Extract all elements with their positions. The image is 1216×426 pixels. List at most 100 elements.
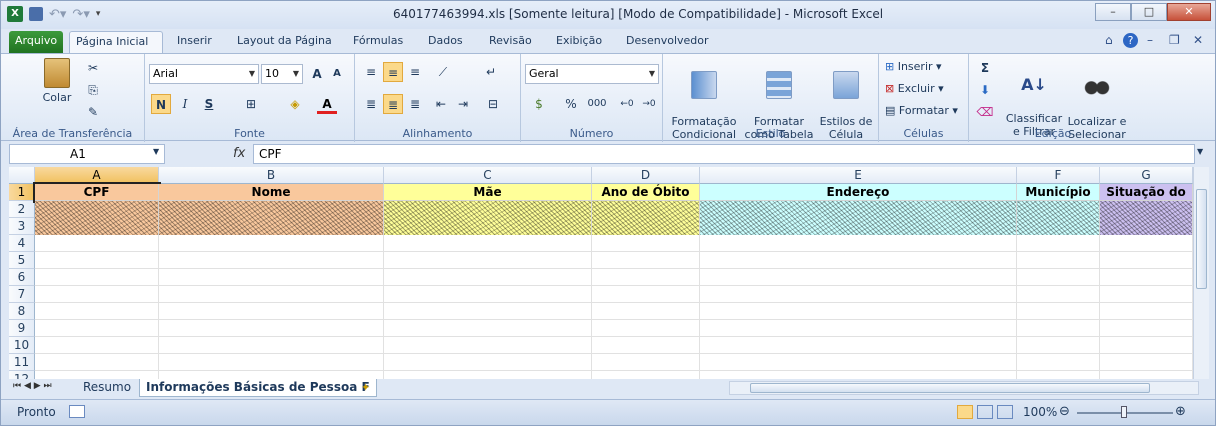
tab-desenvolvedor[interactable]: Desenvolvedor <box>620 31 715 53</box>
row-header-2[interactable]: 2 <box>9 201 35 218</box>
workbook-minimize-icon[interactable]: – <box>1147 33 1153 47</box>
header-cell-b[interactable]: Nome <box>159 184 384 201</box>
redacted-data-cells[interactable] <box>700 201 1017 235</box>
align-center-icon[interactable]: ≣ <box>383 94 403 114</box>
decrease-indent-icon[interactable]: ⇤ <box>431 94 451 114</box>
row-header-11[interactable]: 11 <box>9 354 35 371</box>
column-header-g[interactable]: G <box>1100 167 1193 184</box>
number-format-combo[interactable]: Geral ▼ <box>525 64 659 84</box>
normal-view-icon[interactable] <box>957 405 973 419</box>
sheet-nav-icon[interactable]: ⏮ ◀ ▶ ⏭ <box>13 381 52 391</box>
vertical-scrollbar[interactable] <box>1193 167 1209 379</box>
tab-revisao[interactable]: Revisão <box>483 31 538 53</box>
tab-inserir[interactable]: Inserir <box>171 31 218 53</box>
clear-icon[interactable]: ⌫ <box>975 102 995 122</box>
row-header-4[interactable]: 4 <box>9 235 35 252</box>
borders-icon[interactable]: ⊞ <box>241 94 261 114</box>
sheet-tab-informacoes[interactable]: Informações Básicas de Pessoa F <box>139 379 377 397</box>
expand-formula-icon[interactable]: ▼ <box>1197 147 1203 156</box>
redacted-data-cells[interactable] <box>592 201 700 235</box>
column-header-a[interactable]: A <box>35 167 159 184</box>
redacted-data-cells[interactable] <box>159 201 384 235</box>
header-cell-g[interactable]: Situação do <box>1100 184 1193 201</box>
row-header-7[interactable]: 7 <box>9 286 35 303</box>
increase-indent-icon[interactable]: ⇥ <box>453 94 473 114</box>
wrap-text-icon[interactable]: ↵ <box>481 62 501 82</box>
column-header-f[interactable]: F <box>1017 167 1100 184</box>
shrink-font-button[interactable]: A <box>327 64 347 84</box>
tab-arquivo[interactable]: Arquivo <box>9 31 63 53</box>
row-header-9[interactable]: 9 <box>9 320 35 337</box>
fill-icon[interactable]: ⬇ <box>975 80 995 100</box>
header-cell-d[interactable]: Ano de Óbito <box>592 184 700 201</box>
format-painter-icon[interactable]: ✎ <box>83 102 103 122</box>
name-box[interactable]: A1 <box>9 144 165 164</box>
sheet-tab-resumo[interactable]: Resumo <box>77 379 137 397</box>
merge-center-icon[interactable]: ⊟ <box>483 94 503 114</box>
insert-cells-button[interactable]: ⊞ Inserir ▾ <box>885 60 942 73</box>
tab-dados[interactable]: Dados <box>422 31 469 53</box>
header-cell-c[interactable]: Mãe <box>384 184 592 201</box>
help-icon[interactable]: ? <box>1123 33 1138 48</box>
column-header-d[interactable]: D <box>592 167 700 184</box>
delete-cells-button[interactable]: ⊠ Excluir ▾ <box>885 82 944 95</box>
worksheet-grid[interactable]: A B C D E F G 1 2 3 4 5 6 7 8 9 10 11 12 CPF Nome Mãe Ano de Ó… <box>9 167 1193 379</box>
align-middle-icon[interactable]: ≡ <box>383 62 403 82</box>
maximize-button[interactable]: □ <box>1131 3 1167 21</box>
header-cell-f[interactable]: Município <box>1017 184 1100 201</box>
zoom-slider-thumb[interactable] <box>1121 406 1127 418</box>
page-break-view-icon[interactable] <box>997 405 1013 419</box>
percent-button[interactable]: % <box>561 94 581 114</box>
autosum-icon[interactable]: Σ <box>975 58 995 78</box>
align-top-icon[interactable]: ≡ <box>361 62 381 82</box>
redo-icon[interactable]: ↷▾ <box>72 7 89 22</box>
redacted-data-cells[interactable] <box>384 201 592 235</box>
sort-filter-button[interactable]: A↓ Classificar e Filtrar <box>1005 58 1063 138</box>
row-header-3[interactable]: 3 <box>9 218 35 235</box>
header-cell-a[interactable]: CPF <box>33 182 161 203</box>
zoom-out-icon[interactable]: ⊖ <box>1059 404 1070 419</box>
tab-pagina-inicial[interactable]: Página Inicial <box>69 31 163 53</box>
zoom-level[interactable]: 100% <box>1023 405 1057 419</box>
function-icon[interactable]: fx <box>233 146 245 161</box>
fill-color-icon[interactable]: ◈ <box>285 94 305 114</box>
horizontal-scrollbar[interactable] <box>729 381 1199 395</box>
thousands-button[interactable]: 000 <box>585 94 609 114</box>
redacted-data-cells[interactable] <box>1100 201 1193 235</box>
font-color-button[interactable]: A <box>317 94 337 114</box>
save-icon[interactable] <box>29 7 43 21</box>
font-size-combo[interactable]: 10 ▼ <box>261 64 303 84</box>
insert-sheet-icon[interactable]: ✦ <box>361 381 370 394</box>
minimize-button[interactable]: – <box>1095 3 1131 21</box>
align-left-icon[interactable]: ≣ <box>361 94 381 114</box>
row-header-8[interactable]: 8 <box>9 303 35 320</box>
select-all-corner[interactable] <box>9 167 35 184</box>
page-layout-view-icon[interactable] <box>977 405 993 419</box>
row-header-5[interactable]: 5 <box>9 252 35 269</box>
undo-icon[interactable]: ↶▾ <box>49 7 66 22</box>
font-name-combo[interactable]: Arial ▼ <box>149 64 259 84</box>
grow-font-button[interactable]: A <box>307 64 327 84</box>
decrease-decimal-icon[interactable]: →0 <box>639 94 659 114</box>
close-button[interactable]: ✕ <box>1167 3 1211 21</box>
tab-exibicao[interactable]: Exibição <box>550 31 608 53</box>
cut-icon[interactable]: ✂ <box>83 58 103 78</box>
currency-icon[interactable]: $ <box>529 94 549 114</box>
copy-icon[interactable]: ⎘ <box>83 80 103 100</box>
column-header-c[interactable]: C <box>384 167 592 184</box>
column-header-b[interactable]: B <box>159 167 384 184</box>
row-header-12[interactable]: 12 <box>9 371 35 379</box>
workbook-restore-icon[interactable]: ❐ <box>1169 33 1180 47</box>
tab-layout[interactable]: Layout da Página <box>231 31 338 53</box>
row-header-10[interactable]: 10 <box>9 337 35 354</box>
zoom-in-icon[interactable]: ⊕ <box>1175 404 1186 419</box>
minimize-ribbon-icon[interactable]: ⌂ <box>1105 33 1113 47</box>
chevron-down-icon[interactable]: ▼ <box>153 147 159 156</box>
workbook-close-icon[interactable]: ✕ <box>1193 33 1203 47</box>
row-header-6[interactable]: 6 <box>9 269 35 286</box>
customize-qat-icon[interactable]: ▾ <box>96 9 101 19</box>
redacted-data-cells[interactable] <box>1017 201 1100 235</box>
vertical-scroll-thumb[interactable] <box>1196 189 1207 289</box>
redacted-data-cells[interactable] <box>35 201 159 235</box>
row-header-1[interactable]: 1 <box>9 184 35 201</box>
